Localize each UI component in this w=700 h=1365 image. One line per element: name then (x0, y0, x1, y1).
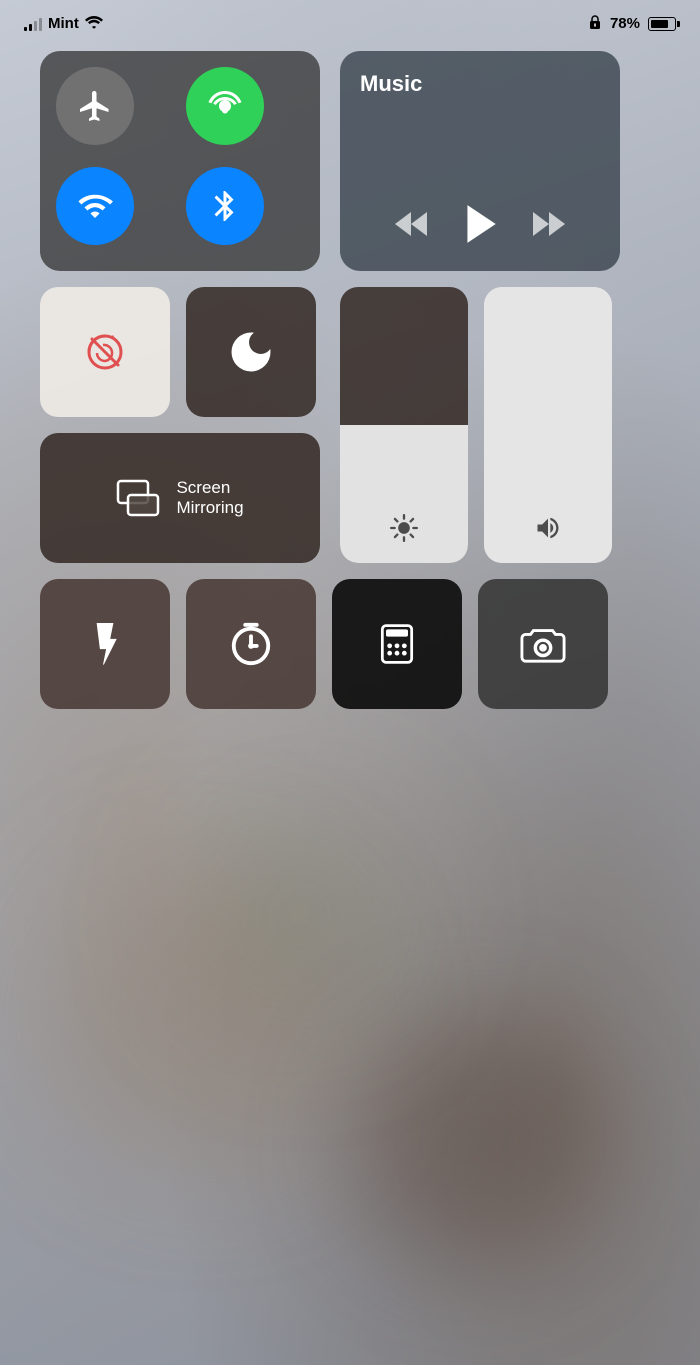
music-title: Music (360, 71, 422, 97)
signal-bar-3 (34, 21, 37, 31)
fast-forward-button[interactable] (531, 210, 567, 243)
rotation-lock-button[interactable] (40, 287, 170, 417)
bottom-row (40, 579, 660, 709)
status-right: 78% (588, 14, 676, 33)
bluetooth-button[interactable] (186, 167, 264, 245)
lock-icon (588, 14, 602, 33)
connectivity-block (40, 51, 320, 271)
wifi-button[interactable] (56, 167, 134, 245)
rewind-button[interactable] (393, 210, 429, 243)
cellular-button[interactable] (186, 67, 264, 145)
music-block: Music (340, 51, 620, 271)
screen-mirroring-label: Screen Mirroring (176, 478, 243, 519)
volume-icon (534, 514, 562, 547)
signal-bars-icon (24, 17, 42, 31)
small-buttons-row (40, 287, 320, 417)
do-not-disturb-button[interactable] (186, 287, 316, 417)
status-left: Mint (24, 15, 103, 32)
sliders-area (340, 287, 620, 563)
control-center: Music (40, 51, 660, 709)
calculator-button[interactable] (332, 579, 462, 709)
brightness-icon (390, 514, 418, 547)
brightness-slider[interactable] (340, 287, 468, 563)
carrier-name: Mint (48, 15, 79, 32)
signal-bar-1 (24, 27, 27, 31)
battery-icon (648, 17, 676, 31)
status-wifi-icon (85, 15, 103, 32)
status-bar: Mint 78% (0, 0, 700, 41)
signal-bar-2 (29, 24, 32, 31)
timer-button[interactable] (186, 579, 316, 709)
play-button[interactable] (461, 202, 499, 251)
volume-slider[interactable] (484, 287, 612, 563)
screen-mirroring-button[interactable]: Screen Mirroring (40, 433, 320, 563)
flashlight-button[interactable] (40, 579, 170, 709)
battery-percent: 78% (610, 15, 640, 32)
music-controls (393, 202, 567, 251)
second-row: Screen Mirroring (40, 287, 660, 563)
signal-bar-4 (39, 18, 42, 31)
left-controls: Screen Mirroring (40, 287, 320, 563)
airplane-mode-button[interactable] (56, 67, 134, 145)
top-row: Music (40, 51, 660, 271)
camera-button[interactable] (478, 579, 608, 709)
